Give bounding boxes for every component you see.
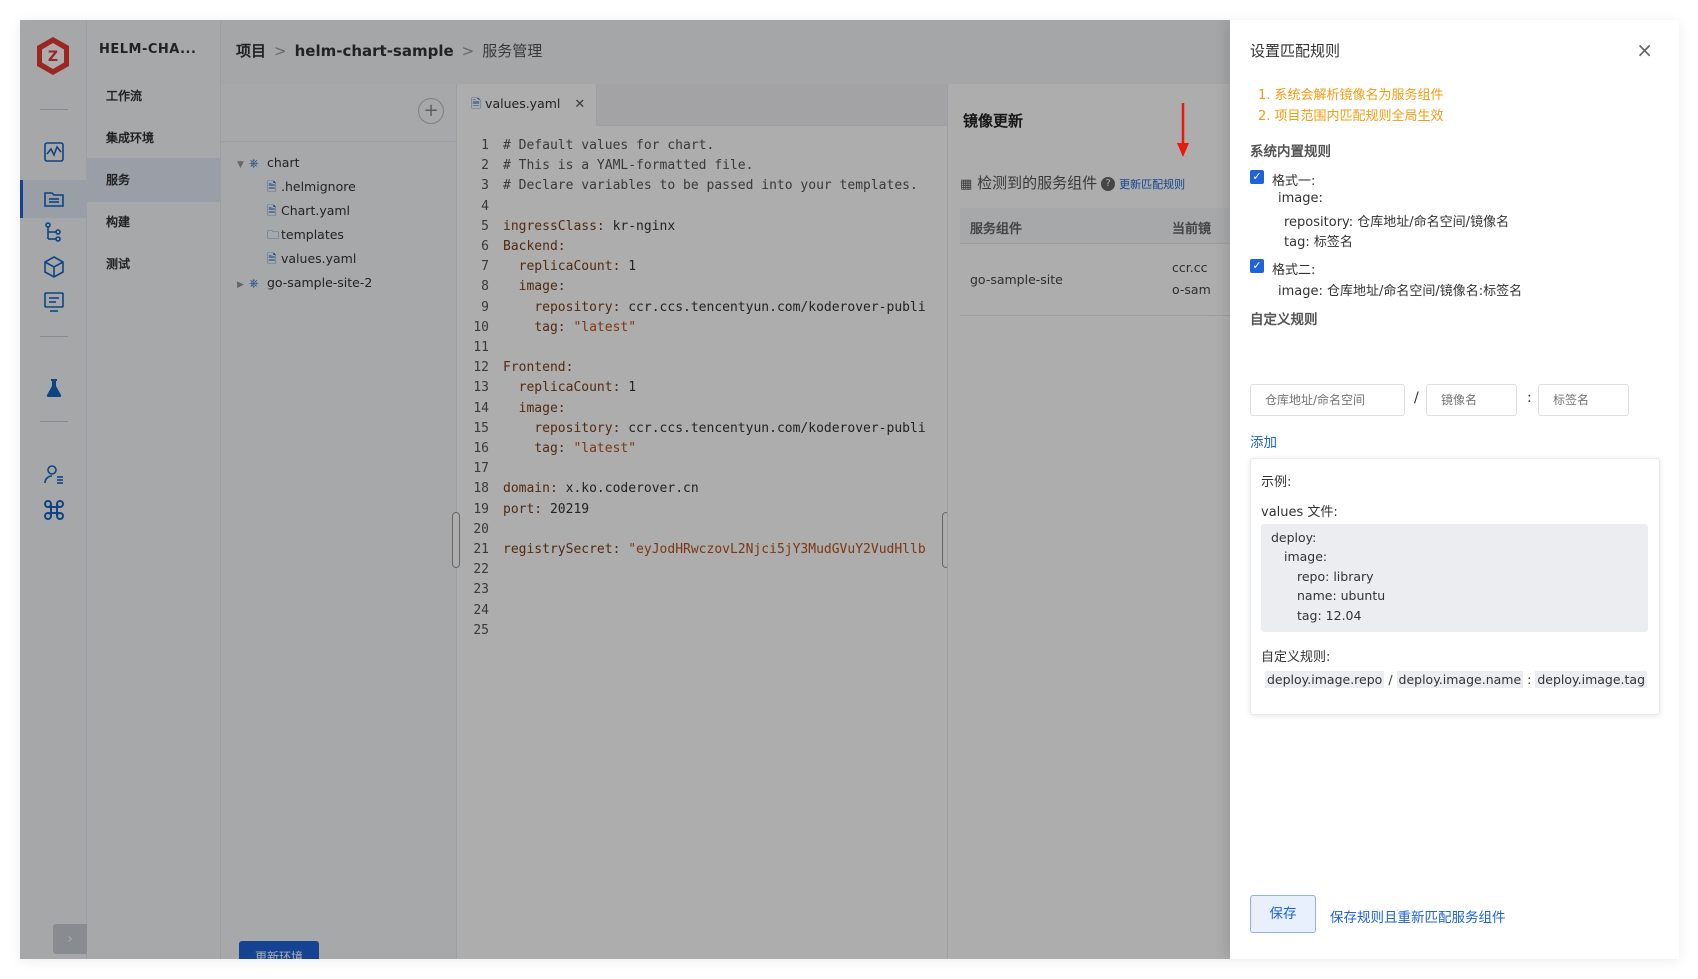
rule-separator: / [1388, 672, 1393, 687]
separator-slash: / [1414, 390, 1419, 406]
example-code-line: deploy: [1271, 530, 1317, 545]
rule-part: deploy.image.tag [1535, 671, 1648, 688]
separator-colon: : [1527, 390, 1532, 406]
drawer-title: 设置匹配规则 [1250, 42, 1341, 60]
example-code-line: tag: 12.04 [1297, 608, 1362, 623]
close-icon[interactable]: × [1636, 38, 1653, 62]
example-card: 示例: values 文件: deploy: image: repo: libr… [1250, 458, 1660, 715]
custom-rule-label: 自定义规则: [1261, 650, 1331, 665]
image-name-input[interactable] [1426, 384, 1517, 416]
save-and-rematch-link[interactable]: 保存规则且重新匹配服务组件 [1330, 906, 1506, 926]
example-title: 示例: [1261, 475, 1292, 490]
custom-rules-title: 自定义规则 [1250, 312, 1318, 328]
format1-line: image: [1278, 191, 1323, 206]
example-code-line: repo: library [1297, 569, 1374, 584]
format1-checkbox[interactable]: ✓ [1250, 170, 1264, 184]
example-code-line: image: [1284, 549, 1328, 564]
format1-line: tag: 标签名 [1284, 235, 1353, 250]
values-file-label: values 文件: [1261, 505, 1338, 520]
app-window: Z › HELM-CHA... 工作流 集成环境 服务 构建 测试 项目 > hel… [20, 20, 1679, 959]
add-rule-link[interactable]: 添加 [1250, 431, 1277, 451]
check-icon: ✓ [1252, 170, 1262, 183]
rule-separator: : [1527, 672, 1532, 687]
save-button[interactable]: 保存 [1250, 895, 1316, 933]
example-code-line: name: ubuntu [1297, 588, 1386, 603]
repo-namespace-input[interactable] [1250, 384, 1405, 416]
note-line: 2. 项目范围内匹配规则全局生效 [1258, 109, 1444, 124]
modal-overlay[interactable] [20, 20, 1230, 959]
note-line: 1. 系统会解析镜像名为服务组件 [1258, 88, 1444, 103]
red-arrow-annotation-icon [1177, 103, 1189, 157]
example-code-block: deploy: image: repo: library name: ubunt… [1261, 524, 1648, 632]
match-rule-drawer: 设置匹配规则 × 1. 系统会解析镜像名为服务组件 2. 项目范围内匹配规则全局… [1230, 20, 1679, 959]
rule-part: deploy.image.name [1396, 671, 1524, 688]
format2-checkbox[interactable]: ✓ [1250, 259, 1264, 273]
builtin-rules-title: 系统内置规则 [1250, 144, 1331, 160]
check-icon: ✓ [1252, 259, 1262, 272]
rule-part: deploy.image.repo [1265, 671, 1385, 688]
tag-name-input[interactable] [1538, 384, 1629, 416]
format1-label: 格式一: [1272, 174, 1316, 189]
format1-line: repository: 仓库地址/命名空间/镜像名 [1284, 215, 1510, 230]
custom-rule-example: deploy.image.repo / deploy.image.name : … [1265, 671, 1648, 688]
format2-line: image: 仓库地址/命名空间/镜像名:标签名 [1278, 284, 1523, 299]
format2-label: 格式二: [1272, 263, 1316, 278]
